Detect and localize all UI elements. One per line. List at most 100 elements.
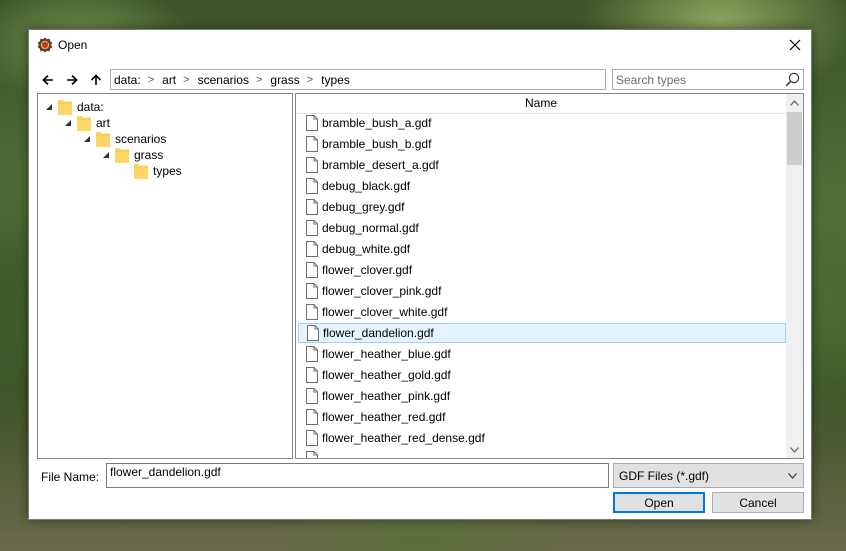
file-icon [306, 430, 318, 446]
navigation-bar: data: > art > scenarios > grass > types [37, 68, 804, 92]
arrow-left-icon [42, 74, 53, 86]
file-type-value: GDF Files (*.gdf) [619, 468, 710, 483]
file-name: flower_clover.gdf [322, 263, 413, 277]
window-title: Open [58, 38, 88, 52]
file-icon [306, 241, 318, 257]
file-item[interactable]: flower_heather_pink.gdf [298, 386, 786, 406]
file-name: bramble_bush_a.gdf [322, 116, 432, 130]
chevron-down-icon [788, 473, 797, 479]
breadcrumb-types[interactable]: types [321, 70, 350, 89]
open-dialog: Open data: > art > scenarios > grass > t… [28, 29, 812, 520]
tree-node-grass[interactable]: grass [101, 147, 163, 163]
breadcrumb-separator[interactable]: > [183, 74, 189, 86]
file-icon [306, 262, 318, 278]
file-icon [306, 304, 318, 320]
tree-node-label: scenarios [115, 132, 167, 146]
file-icon [306, 283, 318, 299]
file-item[interactable]: bramble_bush_b.gdf [298, 134, 786, 154]
tree-node-label: data: [77, 100, 104, 114]
vertical-scrollbar[interactable] [786, 94, 803, 458]
scroll-thumb[interactable] [787, 112, 802, 165]
tree-node-types[interactable]: types [130, 163, 182, 179]
file-name: flower_heather_gold.gdf [322, 368, 451, 382]
file-item[interactable]: bramble_desert_a.gdf [298, 155, 786, 175]
up-button[interactable] [87, 71, 105, 89]
scroll-down-button[interactable] [786, 441, 803, 458]
file-icon [306, 199, 318, 215]
expanded-arrow-icon[interactable] [63, 118, 73, 128]
file-item[interactable]: flower_clover.gdf [298, 260, 786, 280]
breadcrumb-data[interactable]: data: [114, 70, 141, 89]
file-name: flower_clover_white.gdf [322, 305, 448, 319]
file-icon [306, 388, 318, 404]
file-item[interactable]: debug_grey.gdf [298, 197, 786, 217]
expanded-arrow-icon[interactable] [82, 134, 92, 144]
file-item[interactable]: flower_heather_blue.gdf [298, 344, 786, 364]
cancel-button[interactable]: Cancel [712, 492, 804, 513]
file-name: flower_dandelion.gdf [323, 326, 434, 340]
folder-icon [134, 164, 148, 179]
tree-node-label: types [153, 164, 182, 178]
address-bar[interactable]: data: > art > scenarios > grass > types [110, 69, 606, 90]
file-name: bramble_bush_b.gdf [322, 137, 432, 151]
expanded-arrow-icon[interactable] [101, 150, 111, 160]
tree-node-data[interactable]: data: [44, 99, 104, 115]
file-name-label: File Name: [41, 470, 100, 484]
file-list-pane: Name bramble_bush_a.gdf bramble_bush_b.g… [295, 93, 804, 459]
breadcrumb-separator[interactable]: > [256, 74, 262, 86]
file-item[interactable]: flower_heather_red.gdf [298, 407, 786, 427]
file-list: bramble_bush_a.gdf bramble_bush_b.gdf br… [296, 113, 786, 458]
file-name-input[interactable] [106, 463, 609, 488]
arrow-up-icon [90, 74, 102, 85]
file-name: flower_heather_blue.gdf [322, 347, 451, 361]
search-box [612, 69, 804, 90]
close-button[interactable] [779, 30, 811, 60]
file-item-selected[interactable]: flower_dandelion.gdf [298, 323, 786, 343]
file-icon [306, 451, 318, 458]
close-icon [789, 39, 801, 51]
file-name: debug_black.gdf [322, 179, 411, 193]
file-item[interactable]: flower_heather_red_dense.gdf [298, 428, 786, 448]
file-name: debug_grey.gdf [322, 200, 405, 214]
folder-icon [77, 116, 91, 131]
file-type-select[interactable]: GDF Files (*.gdf) [613, 463, 804, 488]
file-item-partial[interactable] [298, 449, 786, 458]
search-icon[interactable] [785, 72, 800, 87]
tree-node-art[interactable]: art [63, 115, 110, 131]
file-name: flower_clover_pink.gdf [322, 284, 442, 298]
file-item[interactable]: debug_white.gdf [298, 239, 786, 259]
tree-node-label: grass [134, 148, 164, 162]
file-icon [306, 115, 318, 131]
chevron-down-icon [790, 446, 799, 453]
file-item[interactable]: bramble_bush_a.gdf [298, 113, 786, 133]
scroll-up-button[interactable] [786, 94, 803, 111]
file-item[interactable]: flower_clover_white.gdf [298, 302, 786, 322]
breadcrumb-separator[interactable]: > [148, 74, 154, 86]
file-icon [306, 409, 318, 425]
file-icon [306, 367, 318, 383]
breadcrumb-scenarios[interactable]: scenarios [198, 70, 249, 89]
folder-icon [96, 132, 110, 147]
folder-icon [58, 100, 72, 115]
file-icon [307, 325, 319, 341]
file-icon [306, 178, 318, 194]
file-item[interactable]: debug_normal.gdf [298, 218, 786, 238]
forward-button[interactable] [63, 71, 81, 89]
breadcrumb-separator[interactable]: > [307, 74, 313, 86]
search-input[interactable] [613, 70, 781, 89]
column-header-name[interactable]: Name [296, 94, 786, 114]
file-name: debug_white.gdf [322, 242, 411, 256]
breadcrumb-art[interactable]: art [162, 70, 176, 89]
expanded-arrow-icon[interactable] [44, 102, 54, 112]
back-button[interactable] [39, 71, 57, 89]
tree-node-scenarios[interactable]: scenarios [82, 131, 166, 147]
file-icon [306, 346, 318, 362]
file-item[interactable]: debug_black.gdf [298, 176, 786, 196]
file-item[interactable]: flower_clover_pink.gdf [298, 281, 786, 301]
title-bar: Open [29, 30, 811, 60]
file-name: flower_heather_red_dense.gdf [322, 431, 485, 445]
breadcrumb-grass[interactable]: grass [270, 70, 299, 89]
open-button[interactable]: Open [613, 492, 705, 513]
file-item[interactable]: flower_heather_gold.gdf [298, 365, 786, 385]
tree-node-label: art [96, 116, 111, 130]
